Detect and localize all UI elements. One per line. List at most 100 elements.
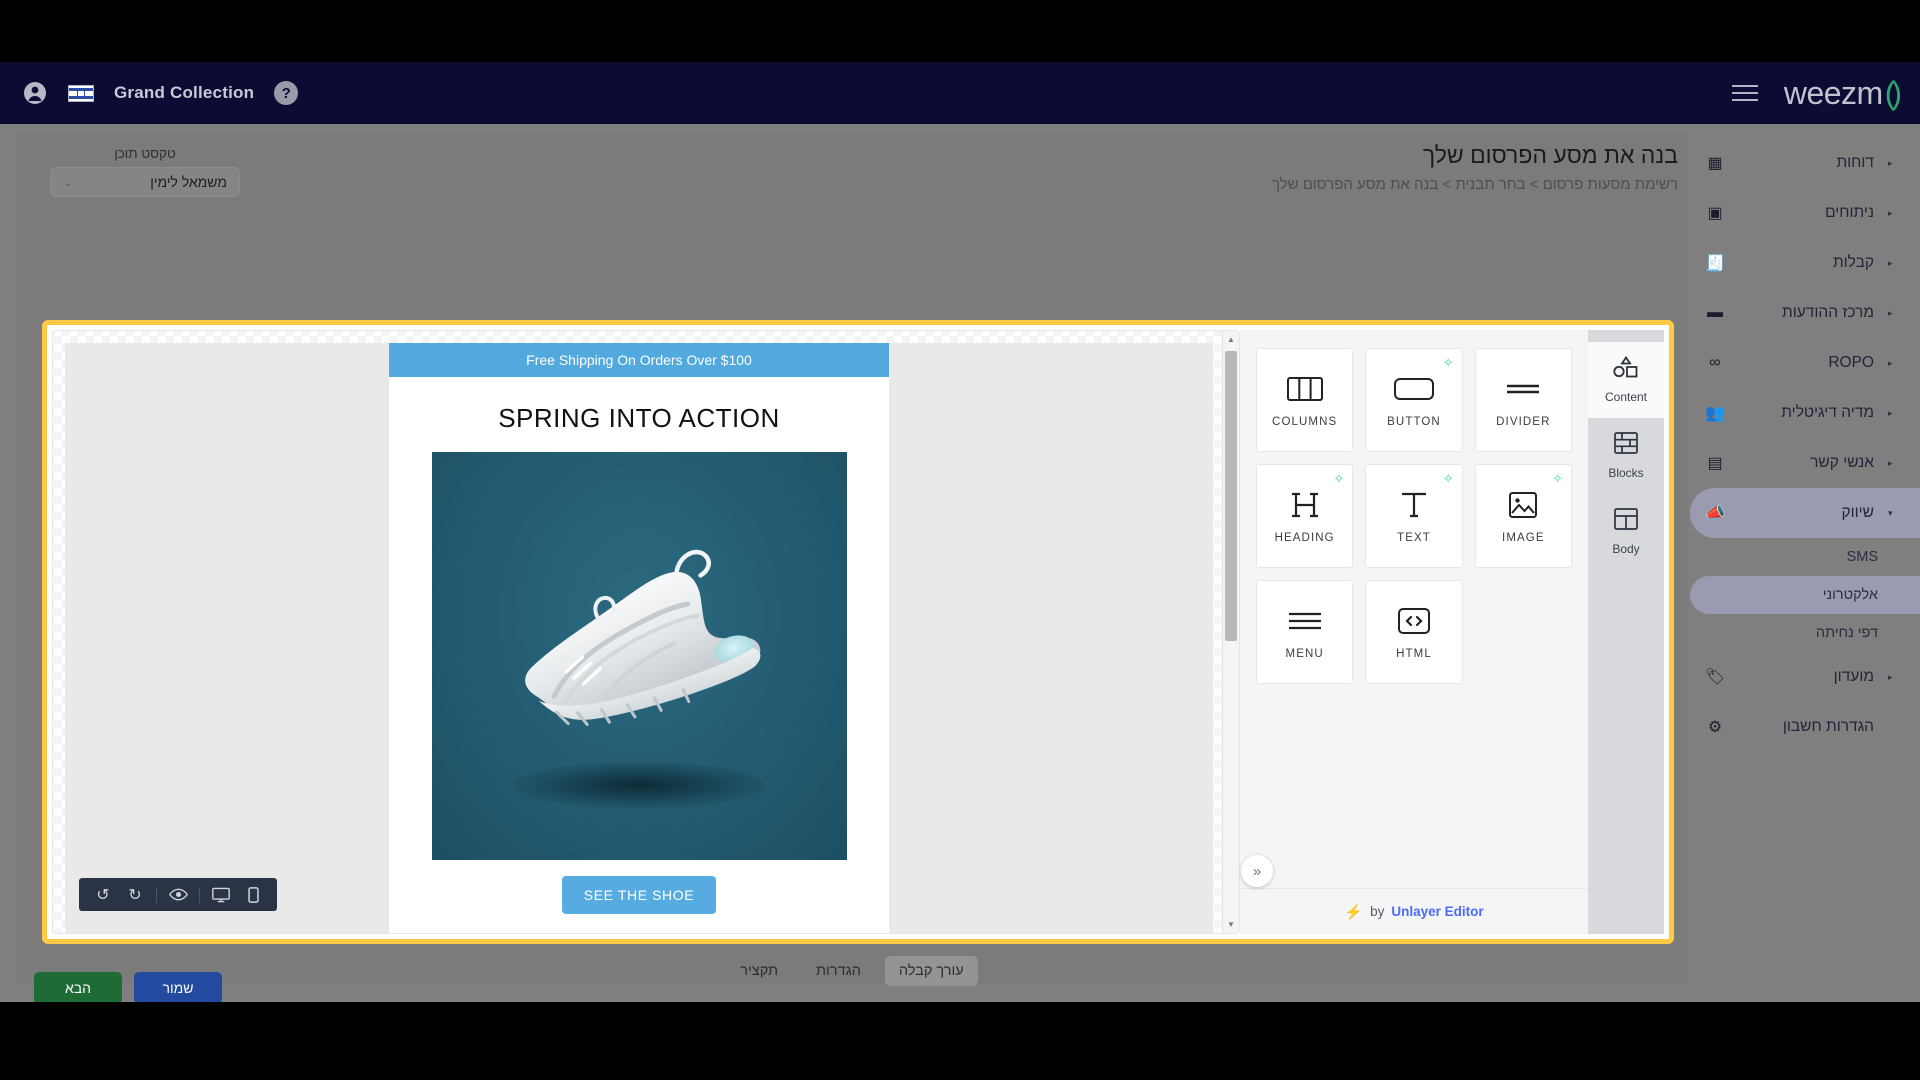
mobile-view-icon[interactable] xyxy=(237,878,269,911)
canvas-stage: Free Shipping On Orders Over $100 SPRING… xyxy=(65,343,1213,933)
text-direction-select[interactable]: משמאל לימין ⌄ xyxy=(50,167,240,197)
sidebar-item-receipts[interactable]: ▸ קבלות 🧾 xyxy=(1690,238,1920,288)
unlayer-editor-link[interactable]: Unlayer Editor xyxy=(1391,904,1483,919)
block-label: HTML xyxy=(1396,648,1432,660)
next-button[interactable]: הבא xyxy=(34,972,122,1004)
tab-body[interactable]: Body xyxy=(1588,494,1664,570)
editor-toolbar: ↺ ↻ xyxy=(79,878,277,911)
block-tile-image[interactable]: ✧ IMAGE xyxy=(1474,464,1572,568)
sidebar-label: מדיה דיגיטלית xyxy=(1781,404,1874,421)
layout-icon xyxy=(1614,508,1638,535)
tab-blocks[interactable]: Blocks xyxy=(1588,418,1664,494)
block-tile-button[interactable]: ✧ BUTTON xyxy=(1365,348,1463,452)
chevron-right-icon: ▸ xyxy=(1888,407,1893,418)
tab-label: Body xyxy=(1612,542,1640,556)
block-label: IMAGE xyxy=(1502,532,1545,544)
tab-content[interactable]: Content xyxy=(1588,342,1664,418)
chevron-right-icon: ▸ xyxy=(1888,157,1893,168)
chevron-right-icon: ▸ xyxy=(1888,457,1893,468)
canvas-scrollbar[interactable]: ▲ ▼ xyxy=(1222,331,1239,933)
chevron-right-icon: ▸ xyxy=(1888,257,1893,268)
receipt-icon: 🧾 xyxy=(1705,255,1725,272)
shapes-icon xyxy=(1613,355,1639,383)
block-tile-text[interactable]: ✧ TEXT xyxy=(1365,464,1463,568)
sidebar-item-club[interactable]: ▸ מועדון 🏷 xyxy=(1690,652,1920,702)
block-tile-heading[interactable]: ✧ HEADING xyxy=(1256,464,1354,568)
desktop-view-icon[interactable] xyxy=(205,878,237,911)
text-icon xyxy=(1399,488,1429,522)
sidebar-item-analytics[interactable]: ▸ ניתוחים ▣ xyxy=(1690,188,1920,238)
weezmo-logo: weezm() xyxy=(1784,75,1902,112)
preview-eye-icon[interactable] xyxy=(162,878,194,911)
chevron-right-icon: ▸ xyxy=(1888,671,1893,682)
promo-bar-text: Free Shipping On Orders Over $100 xyxy=(526,352,752,368)
undo-icon[interactable]: ↺ xyxy=(87,878,119,911)
save-button[interactable]: שמור xyxy=(134,972,222,1004)
sidebar-item-digital-media[interactable]: ▸ מדיה דיגיטלית 👥 xyxy=(1690,388,1920,438)
page-header: בנה את מסע הפרסום שלך רשימת מסעות פרסום … xyxy=(1272,142,1678,193)
email-canvas[interactable]: Free Shipping On Orders Over $100 SPRING… xyxy=(52,330,1240,934)
image-icon xyxy=(1509,488,1538,522)
sidebar-item-ropo[interactable]: ▸ ROPO ∞ xyxy=(1690,338,1920,388)
megaphone-icon: 📣 xyxy=(1705,505,1725,522)
ai-sparkle-icon: ✧ xyxy=(1333,471,1345,486)
tab-settings[interactable]: הגדרות xyxy=(802,956,875,986)
text-direction-control: טקסט תוכן משמאל לימין ⌄ xyxy=(50,146,240,197)
bolt-icon: ⚡ xyxy=(1344,903,1364,921)
sidebar-label: מרכז ההודעות xyxy=(1782,304,1874,321)
sidebar-item-marketing[interactable]: ▾ שיווק 📣 xyxy=(1690,488,1920,538)
email-body: SPRING INTO ACTION SEE THE SHOE xyxy=(389,377,889,924)
page-title: בנה את מסע הפרסום שלך xyxy=(1422,142,1678,168)
israel-flag-icon[interactable] xyxy=(68,84,94,102)
top-navigation-bar: Grand Collection ? weezm() xyxy=(0,62,1920,124)
hamburger-menu-icon[interactable] xyxy=(1731,85,1758,101)
block-label: TEXT xyxy=(1397,532,1431,544)
scroll-up-arrow-icon[interactable]: ▲ xyxy=(1223,331,1239,348)
bricks-icon xyxy=(1614,432,1638,459)
email-hero-image[interactable] xyxy=(431,452,847,860)
contacts-icon: ▤ xyxy=(1707,455,1723,472)
help-circle-icon[interactable]: ? xyxy=(274,81,299,105)
redo-icon[interactable]: ↻ xyxy=(119,878,151,911)
email-heading[interactable]: SPRING INTO ACTION xyxy=(411,393,867,452)
main-content-panel: בנה את מסע הפרסום שלך רשימת מסעות פרסום … xyxy=(16,134,1688,1004)
people-icon: 👥 xyxy=(1705,405,1725,422)
chevron-down-icon: ▾ xyxy=(1888,507,1893,518)
block-label: HEADING xyxy=(1274,532,1335,544)
editor-mode-tabs: עורך קבלה הגדרות תקציר xyxy=(16,956,1688,986)
action-buttons: הבא שמור xyxy=(34,972,222,1004)
email-cta-button[interactable]: SEE THE SHOE xyxy=(561,876,717,914)
sidebar-item-reports[interactable]: ▸ דוחות ▦ xyxy=(1690,138,1920,188)
panel-tab-rail: Content Blocks Body xyxy=(1588,330,1664,934)
tab-receipt-editor[interactable]: עורך קבלה xyxy=(884,956,978,986)
email-template[interactable]: Free Shipping On Orders Over $100 SPRING… xyxy=(389,343,889,933)
collapse-panel-button[interactable]: » xyxy=(1241,855,1273,887)
sidebar-sub-label: דפי נחיתה xyxy=(1815,625,1878,641)
account-circle-icon[interactable] xyxy=(22,80,48,106)
sidebar-item-account-settings[interactable]: הגדרות חשבון ⚙ xyxy=(1690,702,1920,752)
scrollbar-thumb[interactable] xyxy=(1225,351,1237,641)
menu-icon xyxy=(1288,604,1322,638)
sidebar-item-message-center[interactable]: ▸ מרכז ההודעות ▬ xyxy=(1690,288,1920,338)
block-tile-columns[interactable]: COLUMNS xyxy=(1256,348,1354,452)
block-tile-divider[interactable]: DIVIDER xyxy=(1474,348,1572,452)
stage-row: Free Shipping On Orders Over $100 SPRING… xyxy=(65,343,1213,933)
toolbar-divider xyxy=(199,886,200,903)
unlayer-footer: ⚡ by Unlayer Editor xyxy=(1240,888,1588,934)
block-tile-html[interactable]: HTML xyxy=(1365,580,1463,684)
email-promo-bar[interactable]: Free Shipping On Orders Over $100 xyxy=(389,343,889,377)
sidebar-subitem-sms[interactable]: SMS xyxy=(1690,538,1920,576)
tab-summary[interactable]: תקציר xyxy=(726,956,792,986)
block-label: BUTTON xyxy=(1387,416,1441,428)
scroll-down-arrow-icon[interactable]: ▼ xyxy=(1223,916,1239,933)
sidebar-sub-label: אלקטרוני xyxy=(1822,587,1878,603)
tag-icon: 🏷 xyxy=(1704,669,1726,686)
tab-label: Blocks xyxy=(1608,466,1644,480)
block-tile-menu[interactable]: MENU xyxy=(1256,580,1354,684)
sidebar-subitem-email[interactable]: אלקטרוני xyxy=(1690,576,1920,614)
sidebar-subitem-landing-pages[interactable]: דפי נחיתה xyxy=(1690,614,1920,652)
chevron-down-icon: ⌄ xyxy=(63,176,73,189)
canvas-gutter-right xyxy=(889,343,1213,933)
sidebar-item-contacts[interactable]: ▸ אנשי קשר ▤ xyxy=(1690,438,1920,488)
text-direction-value: משמאל לימין xyxy=(150,174,227,190)
